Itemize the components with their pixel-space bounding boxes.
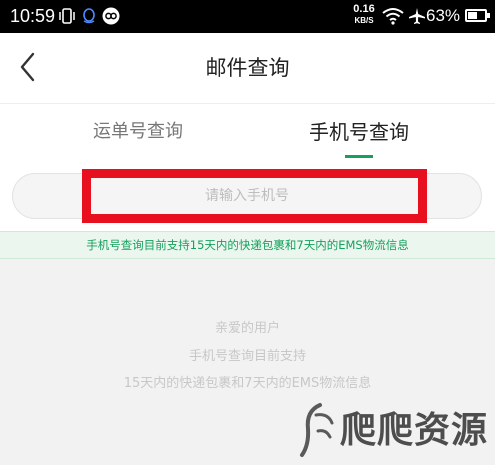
watermark: 爬爬资源 [298,399,490,461]
tab-waybill-query[interactable]: 运单号查询 [38,119,238,145]
notice-bar: 手机号查询目前支持15天内的快递包裹和7天内的EMS物流信息 [0,231,495,259]
vibrate-icon [58,7,76,25]
wifi-icon [382,7,404,25]
battery-percent: 63% [426,6,461,25]
search-area [0,162,495,230]
tab-waybill-label: 运单号查询 [93,121,183,142]
status-bar: 10:59 0.16 KB/S 63% [0,0,495,33]
network-speed: 0.16 KB/S [350,4,378,26]
qq-icon [80,7,98,25]
active-tab-indicator [345,155,373,158]
watermark-logo-icon [300,403,334,457]
info-greeting: 亲爱的用户 [214,321,280,336]
battery-level [468,12,478,19]
airplane-icon [408,7,426,25]
link-icon [102,7,120,25]
network-speed-unit: KB/S [354,16,374,25]
battery-cap [487,13,490,18]
phone-number-input[interactable] [12,173,482,219]
page-title: 邮件查询 [205,56,290,80]
battery-icon [465,9,490,22]
info-support-line: 手机号查询目前支持 [188,349,306,364]
watermark-text: 爬爬资源 [340,409,489,451]
network-speed-value: 0.16 [353,3,375,15]
info-detail-line: 15天内的快递包裹和7天内的EMS物流信息 [123,376,372,391]
query-tabs: 运单号查询 手机号查询 [0,104,495,162]
nav-bar: 邮件查询 [0,33,495,104]
tab-phone-label: 手机号查询 [309,120,409,144]
tab-phone-query[interactable]: 手机号查询 [259,119,459,158]
status-time: 10:59 [10,6,56,26]
